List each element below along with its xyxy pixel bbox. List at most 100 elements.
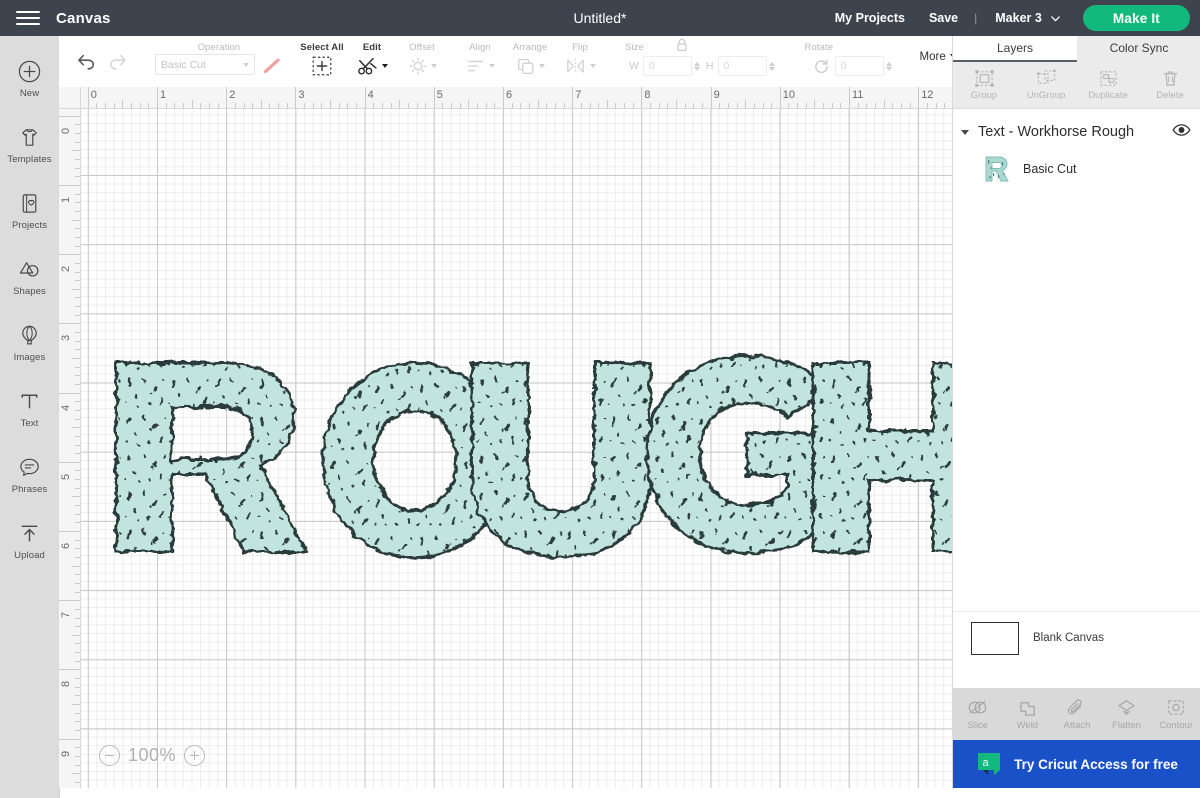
canvas-color-swatch[interactable] [971,621,1019,655]
rail-item-images[interactable]: Images [0,310,59,376]
edit-button[interactable] [353,51,391,81]
ruler-minor-tick [753,103,755,108]
height-input[interactable]: 0 [717,56,767,76]
rail-item-shapes[interactable]: Shapes [0,244,59,310]
operation-select[interactable]: Basic Cut [155,54,255,75]
size-label: Size [625,42,644,53]
duplicate-label: Duplicate [1088,90,1128,101]
arrange-group: Arrange [505,36,555,87]
canvas-area[interactable]: 0 1 2 3 4 5 6 7 8 9 10 11 12 0123456789 100% [59,87,952,788]
arrange-label: Arrange [512,42,548,53]
group-label: Group [970,90,998,101]
machine-selector[interactable]: Maker 3 [981,11,1071,25]
ruler-minor-tick [650,103,652,108]
rail-item-text[interactable]: Text [0,376,59,442]
ruler-minor-tick [217,103,219,108]
rotate-input[interactable]: 0 [834,56,884,76]
layer-group-row[interactable]: Text - Workhorse Rough [953,115,1200,149]
align-button[interactable] [461,51,499,81]
contour-button[interactable]: Contour [1151,698,1200,731]
redo-button[interactable] [107,52,129,72]
ruler-minor-tick [900,103,902,108]
canvas-color-row[interactable]: Blank Canvas [953,611,1200,664]
ruler-minor-tick [75,747,80,749]
ruler-minor-tick [182,103,184,108]
ruler-label: 9 [713,89,720,101]
rotate-stepper[interactable] [885,61,892,71]
triangle-down-icon[interactable] [961,129,969,135]
ruler-minor-tick [75,781,80,783]
align-group: Align [455,36,505,87]
machine-name: Maker 3 [995,11,1042,25]
flatten-button[interactable]: Flatten [1102,698,1152,731]
rotate-group: Rotate 0 [793,36,902,87]
right-panel: Layers Color Sync Group UnGroup Duplicat… [952,36,1200,788]
ruler-label: 5 [60,473,72,480]
duplicate-button[interactable]: Duplicate [1077,62,1139,108]
layer-sublayer-row[interactable]: Basic Cut [953,149,1200,189]
ruler-minor-tick [771,103,773,108]
ruler-minor-tick [96,103,98,108]
weld-button[interactable]: Weld [1003,698,1053,731]
offset-button[interactable] [403,51,441,81]
undo-button[interactable] [75,52,97,72]
height-stepper[interactable] [768,61,775,71]
save-button[interactable]: Save [917,11,970,25]
contour-icon [1168,699,1184,715]
zoom-in-button[interactable] [184,745,206,766]
select-all-label: Select All [300,42,344,53]
rotate-button[interactable] [813,58,830,75]
ruler-minor-tick [72,496,80,498]
zoom-out-button[interactable] [99,745,120,766]
ruler-minor-tick [75,124,80,126]
shapes-icon [19,262,39,277]
slice-button[interactable]: Slice [953,698,1003,731]
ruler-minor-tick [511,103,513,108]
ruler-minor-tick [139,103,141,108]
ruler-tick [59,254,80,256]
ruler-minor-tick [75,505,80,507]
ruler-minor-tick [814,100,816,108]
ruler-minor-tick [75,297,80,299]
width-input[interactable]: 0 [642,56,692,76]
flip-button[interactable] [561,51,599,81]
ruler-minor-tick [200,103,202,108]
chevron-down-icon [431,64,437,68]
arrange-button[interactable] [511,51,549,81]
left-rail: New Templates Projects Shapes Images Tex… [0,36,60,798]
rail-item-projects[interactable]: Projects [0,178,59,244]
ruler-minor-tick [75,626,80,628]
my-projects-link[interactable]: My Projects [823,11,917,25]
ruler-label: 4 [367,89,374,101]
ruler-minor-tick [615,103,617,108]
rail-item-upload[interactable]: Upload [0,508,59,574]
cricut-access-banner[interactable]: a Try Cricut Access for free [953,740,1200,788]
width-stepper[interactable] [693,61,700,71]
rail-item-templates[interactable]: Templates [0,112,59,178]
delete-button[interactable]: Delete [1139,62,1200,108]
rail-item-new[interactable]: New [0,46,59,112]
eye-icon[interactable] [1172,123,1191,142]
ruler-label: 1 [160,89,167,101]
vertical-ruler[interactable]: 0 1 2 3 4 5 6 7 8 9 [59,108,81,788]
attach-button[interactable]: Attach [1052,698,1102,731]
tab-layers[interactable]: Layers [953,36,1077,62]
horizontal-ruler[interactable]: 0 1 2 3 4 5 6 7 8 9 10 11 12 [80,87,952,109]
rail-item-phrases[interactable]: Phrases [0,442,59,508]
size-lock-button[interactable] [675,37,689,58]
select-all-button[interactable] [303,51,341,81]
ruler-minor-tick [75,435,80,437]
ungroup-button[interactable]: UnGroup [1015,62,1077,108]
hamburger-icon[interactable] [0,0,56,36]
upload-arrow-icon [21,525,38,542]
tab-color-sync[interactable]: Color Sync [1077,36,1200,62]
ruler-minor-tick [131,103,133,108]
letter-r-thumbnail [981,153,1011,185]
ruler-minor-tick [762,103,764,108]
svg-text:a: a [983,757,990,769]
operation-group: Operation Basic Cut [149,36,289,87]
operation-color-swatch[interactable] [261,56,283,75]
ruler-minor-tick [926,103,928,108]
group-button[interactable]: Group [953,62,1015,108]
make-it-button[interactable]: Make It [1082,5,1190,31]
